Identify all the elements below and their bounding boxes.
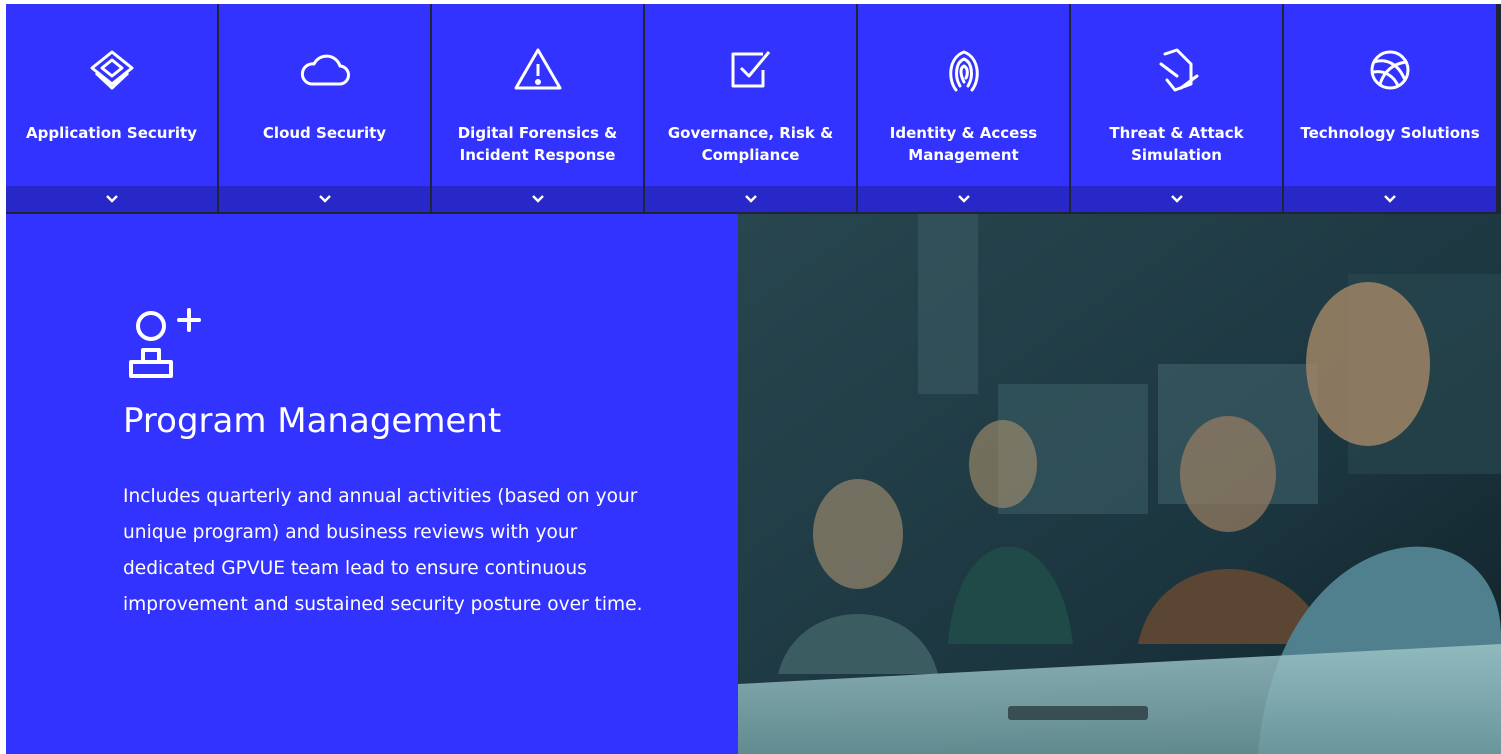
tab-identity-access-management[interactable]: Identity & Access Management — [858, 4, 1069, 212]
tab-label: Application Security — [26, 124, 197, 142]
tab-label: Technology Solutions — [1300, 124, 1480, 142]
tab-label: Identity & Access Management — [889, 124, 1038, 164]
globe-icon — [1360, 40, 1420, 100]
page-title: Program Management — [123, 401, 502, 441]
chevron-down-icon[interactable] — [6, 186, 217, 212]
tab-label: Cloud Security — [262, 124, 387, 142]
tab-technology-solutions[interactable]: Technology Solutions — [1284, 4, 1496, 212]
chevron-down-icon[interactable] — [645, 186, 856, 212]
services-tab-bar: Application Security Cloud Security Digi… — [6, 4, 1501, 212]
tab-label: Digital Forensics & Incident Response — [457, 124, 618, 164]
checkbox-icon — [721, 40, 781, 100]
tab-label: Governance, Risk & Compliance — [667, 124, 834, 164]
tab-application-security[interactable]: Application Security — [6, 4, 217, 212]
tab-governance-risk-compliance[interactable]: Governance, Risk & Compliance — [645, 4, 856, 212]
tab-threat-attack-simulation[interactable]: Threat & Attack Simulation — [1071, 4, 1282, 212]
chevron-down-icon[interactable] — [1071, 186, 1282, 212]
add-user-icon — [123, 302, 213, 382]
threat-icon — [1147, 40, 1207, 100]
chevron-down-icon[interactable] — [1284, 186, 1496, 212]
cloud-icon — [295, 40, 355, 100]
chevron-down-icon[interactable] — [219, 186, 430, 212]
layers-icon — [82, 40, 142, 100]
program-management-panel: Program Management Includes quarterly an… — [6, 214, 738, 754]
warning-icon — [508, 40, 568, 100]
chevron-down-icon[interactable] — [432, 186, 643, 212]
team-meeting-photo — [738, 214, 1501, 754]
services-section: Application Security Cloud Security Digi… — [6, 4, 1501, 754]
tab-cloud-security[interactable]: Cloud Security — [219, 4, 430, 212]
tab-digital-forensics[interactable]: Digital Forensics & Incident Response — [432, 4, 643, 212]
tab-label: Threat & Attack Simulation — [1109, 124, 1244, 164]
chevron-down-icon[interactable] — [858, 186, 1069, 212]
panel-description: Includes quarterly and annual activities… — [123, 486, 643, 615]
fingerprint-icon — [934, 40, 994, 100]
